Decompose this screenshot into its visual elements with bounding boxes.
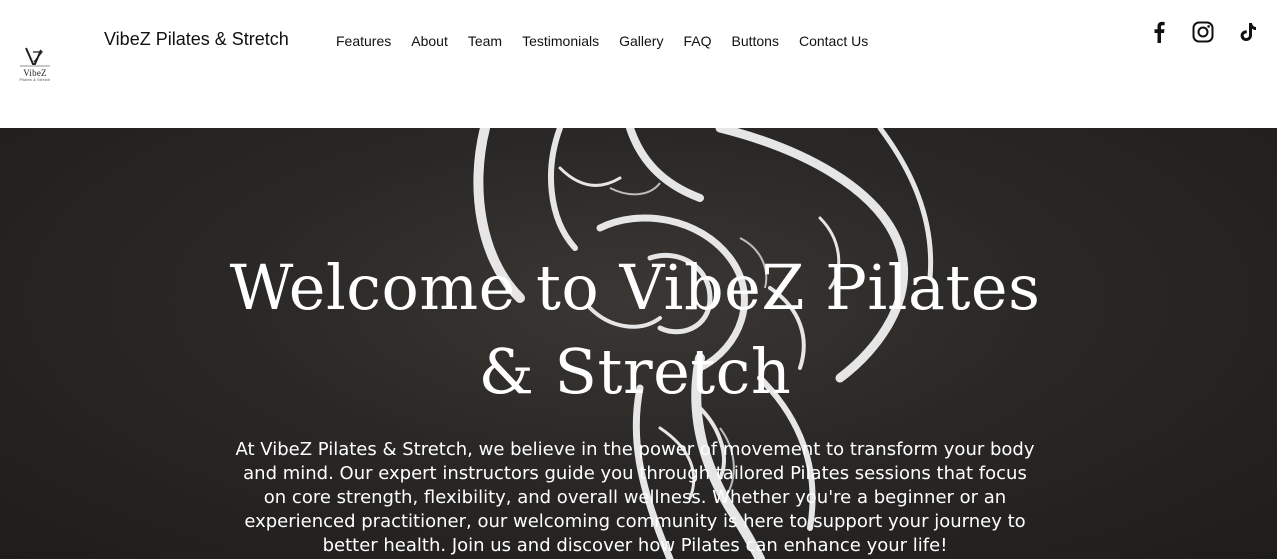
logo-wordmark: VibeZ [23, 68, 47, 78]
instagram-link[interactable] [1191, 20, 1215, 44]
main-nav: Features About Team Testimonials Gallery… [336, 32, 888, 50]
instagram-icon [1192, 21, 1214, 43]
site-title[interactable]: VibeZ Pilates & Stretch [104, 29, 289, 50]
facebook-icon [1154, 21, 1165, 43]
tiktok-icon [1240, 23, 1256, 41]
nav-item-features[interactable]: Features [336, 32, 391, 50]
logo[interactable]: VibeZ Pilates & Stretch [14, 44, 56, 86]
logo-mark-icon [20, 47, 50, 67]
nav-item-gallery[interactable]: Gallery [619, 32, 663, 50]
hero-title: Welcome to VibeZ Pilates & Stretch [229, 251, 1041, 408]
tiktok-link[interactable] [1236, 20, 1260, 44]
hero-description: At VibeZ Pilates & Stretch, we believe i… [235, 439, 1035, 556]
facebook-link[interactable] [1147, 20, 1171, 44]
nav-item-testimonials[interactable]: Testimonials [522, 32, 599, 50]
hero-section: Welcome to VibeZ Pilates & Stretch At Vi… [0, 128, 1277, 559]
nav-item-buttons[interactable]: Buttons [731, 32, 778, 50]
logo-tagline: Pilates & Stretch [19, 78, 51, 82]
nav-item-contact-us[interactable]: Contact Us [799, 32, 868, 50]
nav-item-team[interactable]: Team [468, 32, 502, 50]
nav-item-about[interactable]: About [411, 32, 448, 50]
nav-item-faq[interactable]: FAQ [683, 32, 711, 50]
site-header: VibeZ Pilates & Stretch VibeZ Pilates & … [0, 0, 1277, 128]
